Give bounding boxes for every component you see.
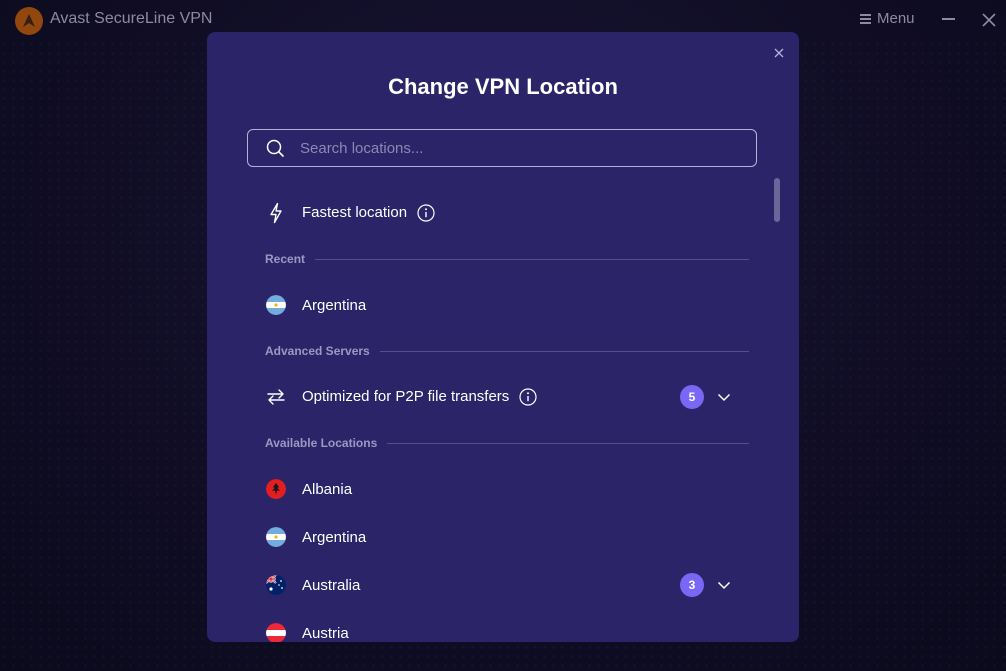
section-label: Available Locations bbox=[265, 436, 378, 450]
argentina-flag-icon bbox=[266, 295, 286, 315]
chevron-down-icon[interactable] bbox=[717, 390, 731, 404]
australia-flag-icon bbox=[266, 575, 286, 595]
list-scrollbar[interactable] bbox=[774, 178, 780, 222]
location-label: Argentina bbox=[302, 528, 367, 546]
location-label: Albania bbox=[302, 480, 353, 498]
minimize-button[interactable] bbox=[942, 18, 955, 20]
close-icon bbox=[774, 48, 784, 58]
section-label: Advanced Servers bbox=[265, 344, 370, 358]
window-close-button[interactable] bbox=[980, 11, 998, 29]
search-icon bbox=[266, 139, 284, 157]
server-count-badge: 3 bbox=[680, 573, 704, 597]
section-recent: Recent bbox=[265, 252, 749, 266]
p2p-servers-item[interactable]: Optimized for P2P file transfers 5 bbox=[247, 377, 759, 417]
hamburger-icon bbox=[860, 14, 871, 24]
divider bbox=[387, 442, 749, 444]
change-location-dialog: Change VPN Location Fastest location bbox=[207, 32, 799, 642]
location-label: Argentina bbox=[302, 296, 367, 314]
server-count-badge: 5 bbox=[680, 385, 704, 409]
dialog-title: Change VPN Location bbox=[388, 74, 618, 99]
app-title: Avast SecureLine VPN bbox=[50, 10, 213, 27]
menu-button[interactable]: Menu bbox=[860, 10, 915, 27]
fastest-location-label: Fastest location bbox=[302, 203, 408, 221]
location-item-argentina[interactable]: Argentina bbox=[247, 517, 759, 557]
location-label: Australia bbox=[302, 576, 361, 594]
location-label: Austria bbox=[302, 624, 349, 642]
location-item-albania[interactable]: Albania bbox=[247, 469, 759, 509]
section-available-locations: Available Locations bbox=[265, 436, 749, 450]
recent-item-argentina[interactable]: Argentina bbox=[247, 285, 759, 325]
albania-flag-icon bbox=[266, 479, 286, 499]
divider bbox=[315, 258, 749, 260]
close-icon bbox=[982, 13, 996, 27]
p2p-label: Optimized for P2P file transfers bbox=[302, 387, 510, 405]
info-icon[interactable] bbox=[519, 388, 538, 406]
section-advanced-servers: Advanced Servers bbox=[265, 344, 749, 358]
dialog-close-button[interactable] bbox=[773, 46, 785, 58]
search-input[interactable] bbox=[298, 138, 722, 158]
search-box[interactable] bbox=[247, 129, 757, 167]
menu-label: Menu bbox=[877, 10, 915, 27]
avast-logo-icon bbox=[15, 7, 43, 35]
location-item-australia[interactable]: Australia 3 bbox=[247, 565, 759, 605]
austria-flag-icon bbox=[266, 623, 286, 642]
section-label: Recent bbox=[265, 252, 306, 266]
chevron-down-icon[interactable] bbox=[717, 578, 731, 592]
divider bbox=[379, 350, 749, 352]
location-item-austria[interactable]: Austria bbox=[247, 613, 759, 642]
argentina-flag-icon bbox=[266, 527, 286, 547]
info-icon[interactable] bbox=[417, 204, 435, 222]
transfer-arrows-icon bbox=[265, 386, 287, 408]
location-list: Fastest location Recent Argentina Advanc… bbox=[247, 182, 759, 642]
fastest-location-item[interactable]: Fastest location bbox=[247, 193, 759, 233]
lightning-icon bbox=[265, 202, 287, 224]
